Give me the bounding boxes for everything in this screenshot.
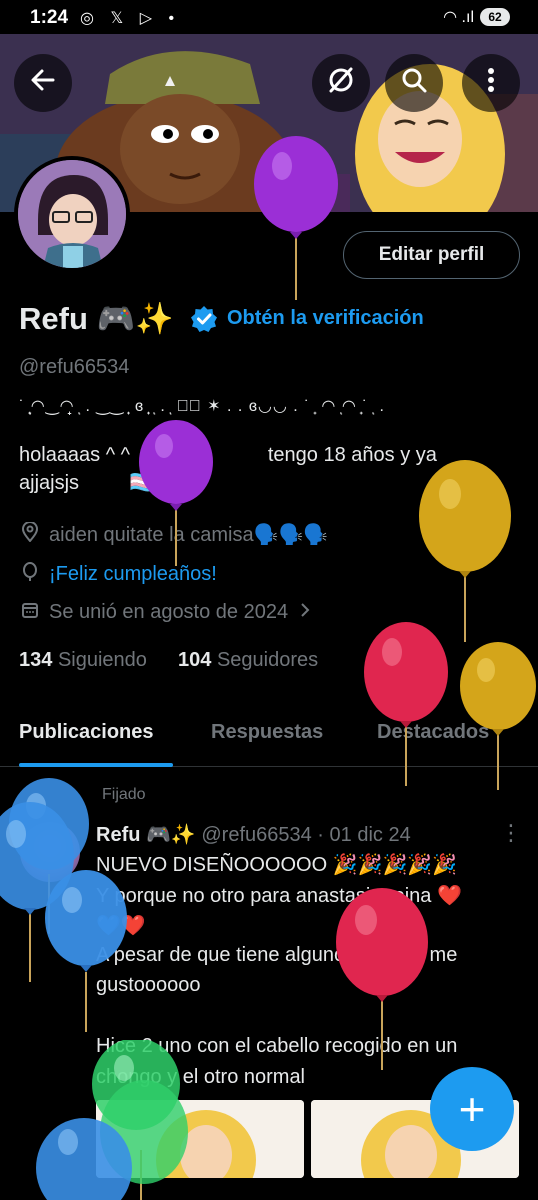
follow-stats: 134 Siguiendo 104 Seguidores bbox=[19, 649, 318, 672]
balloon-blue-3 bbox=[45, 870, 127, 1032]
more-vertical-icon bbox=[486, 66, 496, 101]
tweet-text-line: NUEVO DISEÑOOOOOO 🎉🎉🎉🎉🎉 bbox=[96, 854, 458, 876]
avatar-illustration bbox=[18, 160, 126, 268]
balloon-icon bbox=[19, 562, 41, 587]
balloon-purple-2 bbox=[139, 420, 213, 566]
get-verified-link[interactable]: Obtén la verificación bbox=[227, 307, 424, 330]
bio-line-1: holaaaas ^ ^ jsjsjs tengo 18 años y ya bbox=[19, 444, 437, 466]
grok-button[interactable] bbox=[312, 54, 370, 112]
joined-row[interactable]: Se unió en agosto de 2024 bbox=[19, 601, 310, 624]
pinned-label: Fijado bbox=[96, 786, 146, 804]
balloon-red-1 bbox=[364, 622, 448, 786]
compose-post-button[interactable]: + bbox=[430, 1067, 514, 1151]
edit-profile-button[interactable]: Editar perfil bbox=[343, 231, 520, 279]
balloon-blue-4 bbox=[36, 1118, 132, 1200]
balloon-red-2 bbox=[336, 888, 428, 1070]
pinned-text: Fijado bbox=[102, 786, 146, 803]
active-tab-indicator bbox=[19, 763, 173, 767]
signal-wifi-icon: ◠ .ıl bbox=[443, 9, 474, 26]
arrow-left-icon bbox=[29, 66, 57, 101]
balloon-gold-2 bbox=[460, 642, 536, 790]
grok-icon bbox=[326, 65, 356, 102]
bio-decoration: ˙ ̟ͅ◠‿◠̟ ͅ . ‿‿ ̟ ɞ ̟ ͅ . ͅ ♡⃝ ✶ . . ɞ◡◡… bbox=[19, 398, 385, 415]
tab-publicaciones[interactable]: Publicaciones bbox=[19, 721, 154, 744]
tweet-handle-date: @refu66534 · 01 dic 24 bbox=[195, 824, 411, 846]
profile-handle: @refu66534 bbox=[19, 356, 130, 378]
joined-text: Se unió en agosto de 2024 bbox=[49, 601, 289, 623]
following-count: 134 bbox=[19, 649, 53, 671]
search-button[interactable] bbox=[385, 54, 443, 112]
tweet-header: Refu 🎮✨ @refu66534 · 01 dic 24 bbox=[96, 822, 411, 847]
plus-icon: + bbox=[458, 1083, 486, 1135]
search-icon bbox=[400, 66, 428, 101]
chevron-right-icon bbox=[300, 601, 310, 624]
balloon-purple-1 bbox=[254, 136, 338, 300]
tweet-author-name[interactable]: Refu 🎮✨ bbox=[96, 824, 196, 846]
notification-icons: ◎ 𝕏 ▷ • bbox=[80, 10, 181, 27]
calendar-icon bbox=[19, 601, 41, 624]
battery-icon: 62 bbox=[480, 8, 510, 26]
profile-avatar[interactable] bbox=[14, 156, 130, 272]
followers-link[interactable]: 104 Seguidores bbox=[178, 649, 318, 671]
following-label: Siguiendo bbox=[57, 649, 147, 671]
followers-label: Seguidores bbox=[216, 649, 319, 671]
back-button[interactable] bbox=[14, 54, 72, 112]
status-time: 1:24 bbox=[30, 7, 69, 28]
following-link[interactable]: 134 Siguiendo bbox=[19, 649, 147, 671]
followers-count: 104 bbox=[178, 649, 212, 671]
location-pin-icon bbox=[19, 521, 41, 547]
more-button[interactable] bbox=[462, 54, 520, 112]
tab-respuestas[interactable]: Respuestas bbox=[211, 721, 323, 744]
tweet-more-icon[interactable]: ⋮ bbox=[500, 820, 522, 846]
display-name: Refu 🎮✨ bbox=[19, 301, 174, 336]
balloon-gold-1 bbox=[419, 460, 511, 642]
status-bar: 1:24 ◎ 𝕏 ▷ • ◠ .ıl 62 bbox=[0, 0, 538, 34]
verified-badge-icon[interactable] bbox=[190, 305, 218, 333]
